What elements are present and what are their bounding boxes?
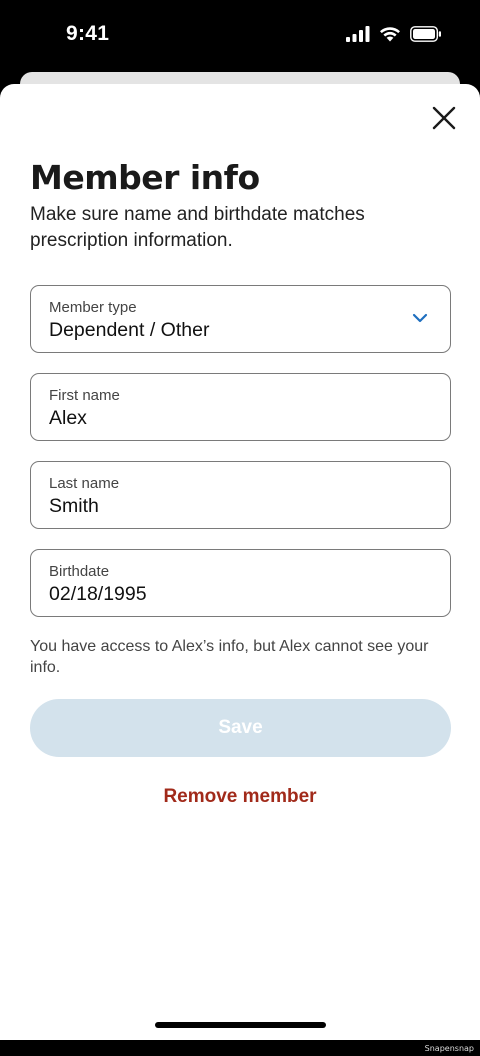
last-name-label: Last name — [49, 475, 120, 492]
wifi-icon — [380, 27, 400, 42]
birthdate-label: Birthdate — [49, 563, 110, 580]
close-icon — [432, 106, 456, 130]
last-name-field[interactable]: Last name Smith — [30, 461, 451, 529]
member-type-value: Dependent / Other — [49, 319, 210, 341]
cellular-signal-icon — [346, 26, 370, 42]
member-type-select[interactable]: Member type Dependent / Other — [30, 285, 451, 353]
status-bar: 9:41 — [0, 0, 480, 72]
watermark: Snapensnap — [424, 1044, 474, 1053]
home-indicator — [155, 1022, 326, 1028]
birthdate-field[interactable]: Birthdate 02/18/1995 — [30, 549, 451, 617]
page-subtitle: Make sure name and birthdate matches pre… — [30, 204, 365, 251]
status-icons — [346, 26, 442, 42]
member-info-sheet: Member info Make sure name and birthdate… — [0, 84, 480, 1040]
birthdate-value[interactable]: 02/18/1995 — [49, 583, 409, 606]
first-name-field[interactable]: First name Alex — [30, 373, 451, 441]
first-name-label: First name — [49, 387, 120, 404]
remove-member-button[interactable]: Remove member — [0, 786, 480, 808]
access-note: You have access to Alex’s info, but Alex… — [30, 638, 429, 676]
page-title: Member info — [30, 158, 260, 197]
footer-bar — [0, 1040, 480, 1056]
close-button[interactable] — [430, 104, 458, 132]
save-button[interactable]: Save — [30, 699, 451, 757]
last-name-value[interactable]: Smith — [49, 495, 409, 518]
chevron-down-icon — [412, 313, 428, 323]
member-type-label: Member type — [49, 299, 137, 316]
first-name-value[interactable]: Alex — [49, 407, 409, 430]
battery-icon — [410, 26, 441, 42]
status-time: 9:41 — [66, 22, 110, 45]
